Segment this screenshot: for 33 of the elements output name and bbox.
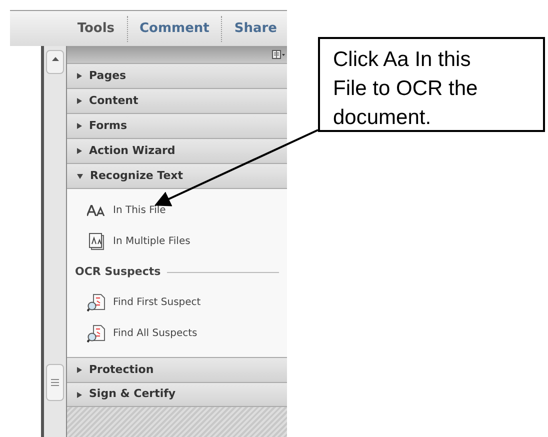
up-arrow-icon bbox=[52, 57, 58, 61]
expand-triangle-icon bbox=[77, 98, 82, 104]
tool-item[interactable]: Find First Suspect bbox=[67, 287, 287, 318]
font-size-icon bbox=[87, 205, 105, 216]
panel-header[interactable]: Pages bbox=[67, 63, 287, 88]
toolbar-tab[interactable]: Tools bbox=[75, 18, 117, 38]
toolbar-tab[interactable]: Share bbox=[232, 18, 279, 38]
expand-triangle-icon bbox=[77, 123, 82, 129]
expand-triangle-icon bbox=[77, 367, 82, 373]
toolbar-tab[interactable]: Comment bbox=[138, 18, 212, 38]
scroll-up-button[interactable] bbox=[46, 50, 64, 74]
panel-header[interactable]: Forms bbox=[67, 113, 287, 138]
callout-box: Click Aa In this File to OCR the document. bbox=[318, 37, 545, 132]
document-magnifier-icon bbox=[87, 294, 105, 312]
panel-header[interactable]: Content bbox=[67, 88, 287, 113]
panel-header[interactable]: Recognize Text bbox=[67, 163, 287, 188]
document-icon bbox=[88, 233, 104, 250]
panel-options-icon[interactable] bbox=[272, 50, 285, 59]
section-heading: OCR Suspects bbox=[75, 264, 161, 280]
expand-triangle-icon bbox=[77, 73, 82, 79]
tool-item[interactable]: In Multiple Files bbox=[67, 226, 287, 257]
panel-header[interactable]: Protection bbox=[67, 357, 287, 382]
scrollbar[interactable] bbox=[44, 46, 67, 437]
tool-item[interactable]: In This File bbox=[67, 195, 287, 226]
expand-triangle-icon bbox=[77, 392, 82, 398]
panel-header[interactable]: Action Wizard bbox=[67, 138, 287, 163]
tool-item[interactable]: Find All Suspects bbox=[67, 318, 287, 349]
scroll-thumb[interactable] bbox=[46, 364, 64, 401]
expand-triangle-icon bbox=[77, 148, 82, 154]
grip-icon bbox=[51, 379, 59, 386]
panel-header[interactable]: Sign & Certify bbox=[67, 382, 287, 407]
collapse-triangle-icon bbox=[77, 174, 83, 178]
document-magnifier-icon bbox=[87, 324, 105, 342]
